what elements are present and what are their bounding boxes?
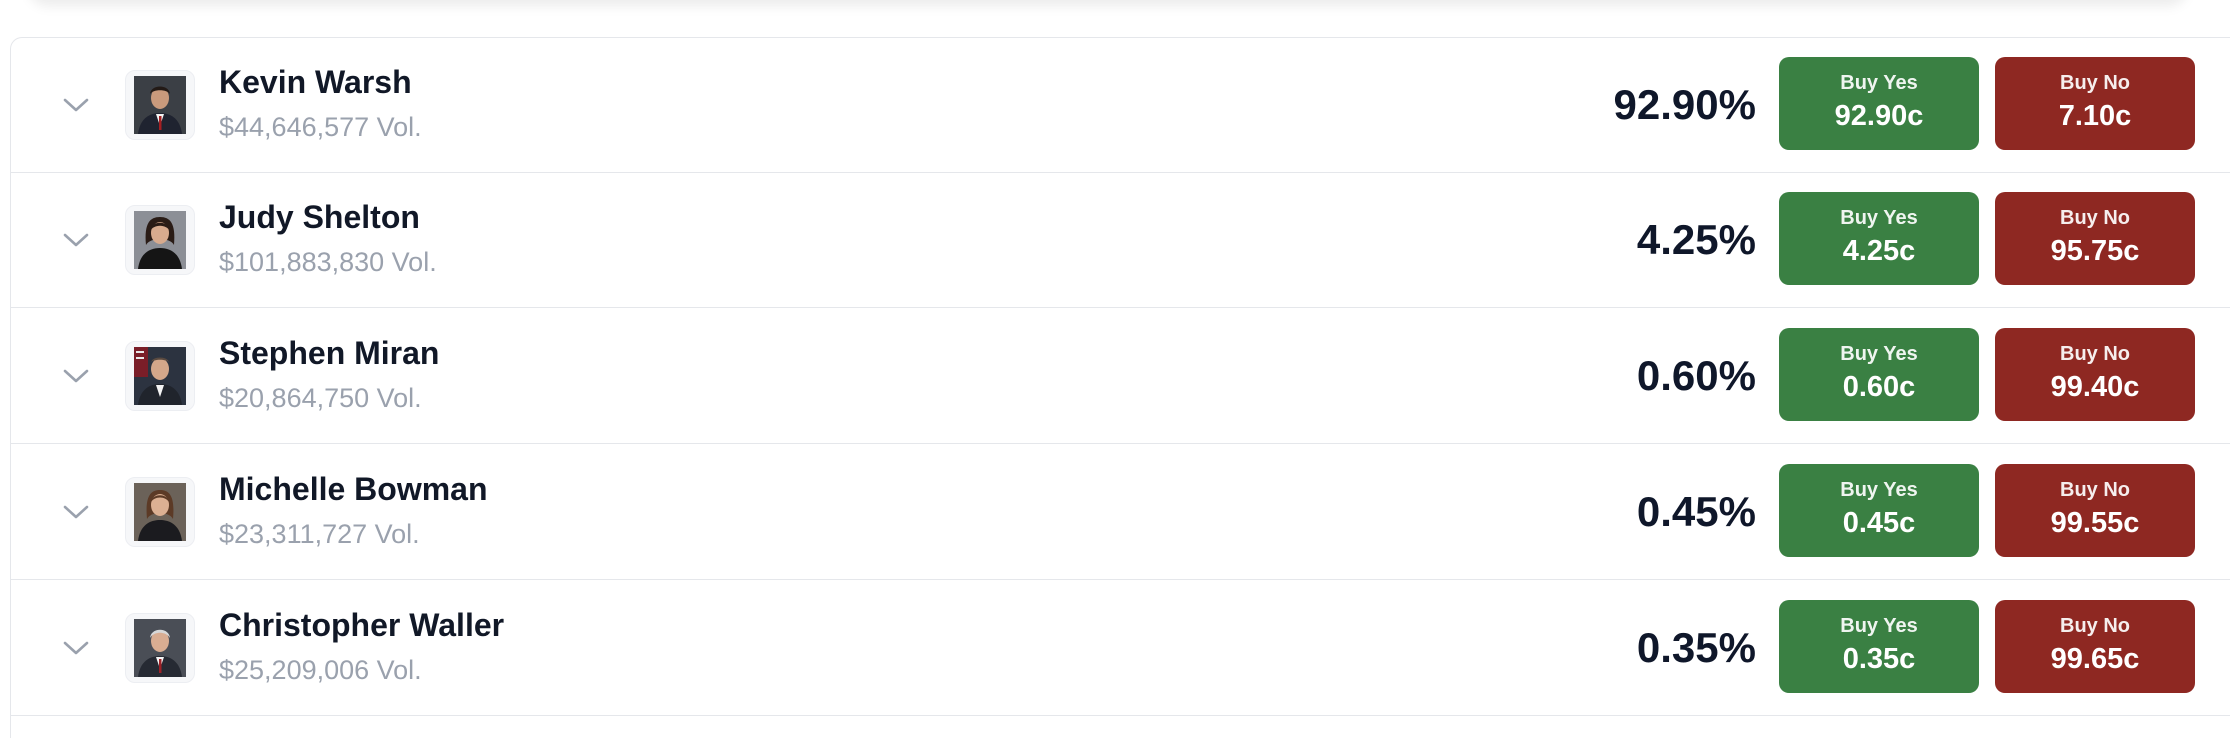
candidate-name: Michelle Bowman bbox=[219, 471, 488, 507]
buy-yes-price: 0.60c bbox=[1842, 371, 1916, 403]
chevron-down-icon[interactable] bbox=[61, 225, 91, 255]
buy-yes-price: 92.90c bbox=[1834, 100, 1924, 132]
candidate-volume: $44,646,577 Vol. bbox=[219, 112, 422, 142]
candidate-probability: 0.35% bbox=[1636, 624, 1756, 671]
chevron-down-icon[interactable] bbox=[61, 90, 91, 120]
buy-yes-label: Buy Yes bbox=[1840, 207, 1918, 229]
candidate-probability: 0.60% bbox=[1636, 352, 1756, 399]
person-portrait-icon bbox=[134, 619, 186, 677]
avatar bbox=[125, 341, 195, 411]
candidate-probability: 92.90% bbox=[1613, 81, 1756, 128]
avatar bbox=[125, 613, 195, 683]
buy-no-button[interactable]: Buy No 99.55c bbox=[1995, 464, 2195, 557]
candidate-volume: $25,209,006 Vol. bbox=[219, 655, 422, 685]
candidate-row[interactable]: Judy Shelton $101,883,830 Vol. 4.25% Buy… bbox=[11, 173, 2230, 308]
person-portrait-icon bbox=[134, 347, 186, 405]
buy-no-price: 95.75c bbox=[2050, 235, 2140, 267]
buy-no-button[interactable]: Buy No 95.75c bbox=[1995, 192, 2195, 285]
buy-yes-button[interactable]: Buy Yes 0.60c bbox=[1779, 328, 1979, 421]
candidate-row[interactable]: Kevin Warsh $44,646,577 Vol. 92.90% Buy … bbox=[11, 38, 2230, 173]
buy-no-price: 99.55c bbox=[2050, 507, 2140, 539]
buy-no-button[interactable]: Buy No 7.10c bbox=[1995, 57, 2195, 150]
chevron-down-icon[interactable] bbox=[61, 633, 91, 663]
candidate-name: Stephen Miran bbox=[219, 335, 440, 371]
candidate-volume: $20,864,750 Vol. bbox=[219, 383, 422, 413]
chevron-down-icon[interactable] bbox=[61, 497, 91, 527]
candidate-probability: 4.25% bbox=[1636, 216, 1756, 263]
buy-no-label: Buy No bbox=[2060, 343, 2130, 365]
chevron-down-icon[interactable] bbox=[61, 361, 91, 391]
candidate-row[interactable]: Michelle Bowman $23,311,727 Vol. 0.45% B… bbox=[11, 445, 2230, 580]
buy-yes-button[interactable]: Buy Yes 0.45c bbox=[1779, 464, 1979, 557]
buy-no-label: Buy No bbox=[2060, 207, 2130, 229]
buy-no-label: Buy No bbox=[2060, 72, 2130, 94]
candidate-volume: $101,883,830 Vol. bbox=[219, 247, 437, 277]
avatar bbox=[125, 205, 195, 275]
buy-no-label: Buy No bbox=[2060, 615, 2130, 637]
buy-yes-label: Buy Yes bbox=[1840, 479, 1918, 501]
candidate-name: Christopher Waller bbox=[219, 607, 505, 643]
buy-no-price: 7.10c bbox=[2058, 100, 2132, 132]
buy-yes-label: Buy Yes bbox=[1840, 615, 1918, 637]
avatar bbox=[125, 70, 195, 140]
candidate-volume: $23,311,727 Vol. bbox=[219, 519, 420, 549]
buy-yes-price: 0.35c bbox=[1842, 643, 1916, 675]
buy-yes-price: 4.25c bbox=[1842, 235, 1916, 267]
candidate-row[interactable]: Christopher Waller $25,209,006 Vol. 0.35… bbox=[11, 581, 2230, 716]
buy-no-button[interactable]: Buy No 99.65c bbox=[1995, 600, 2195, 693]
person-portrait-icon bbox=[134, 483, 186, 541]
buy-yes-price: 0.45c bbox=[1842, 507, 1916, 539]
buy-yes-label: Buy Yes bbox=[1840, 72, 1918, 94]
buy-no-price: 99.65c bbox=[2050, 643, 2140, 675]
buy-yes-button[interactable]: Buy Yes 92.90c bbox=[1779, 57, 1979, 150]
buy-yes-label: Buy Yes bbox=[1840, 343, 1918, 365]
buy-no-price: 99.40c bbox=[2050, 371, 2140, 403]
buy-yes-button[interactable]: Buy Yes 0.35c bbox=[1779, 600, 1979, 693]
buy-no-button[interactable]: Buy No 99.40c bbox=[1995, 328, 2195, 421]
buy-yes-button[interactable]: Buy Yes 4.25c bbox=[1779, 192, 1979, 285]
candidate-list: Kevin Warsh $44,646,577 Vol. 92.90% Buy … bbox=[10, 37, 2230, 738]
buy-no-label: Buy No bbox=[2060, 479, 2130, 501]
candidate-row[interactable]: Stephen Miran $20,864,750 Vol. 0.60% Buy… bbox=[11, 309, 2230, 444]
candidate-name: Kevin Warsh bbox=[219, 64, 412, 100]
candidate-name: Judy Shelton bbox=[219, 199, 420, 235]
person-portrait-icon bbox=[134, 76, 186, 134]
avatar bbox=[125, 477, 195, 547]
person-portrait-icon bbox=[134, 211, 186, 269]
candidate-probability: 0.45% bbox=[1636, 488, 1756, 535]
